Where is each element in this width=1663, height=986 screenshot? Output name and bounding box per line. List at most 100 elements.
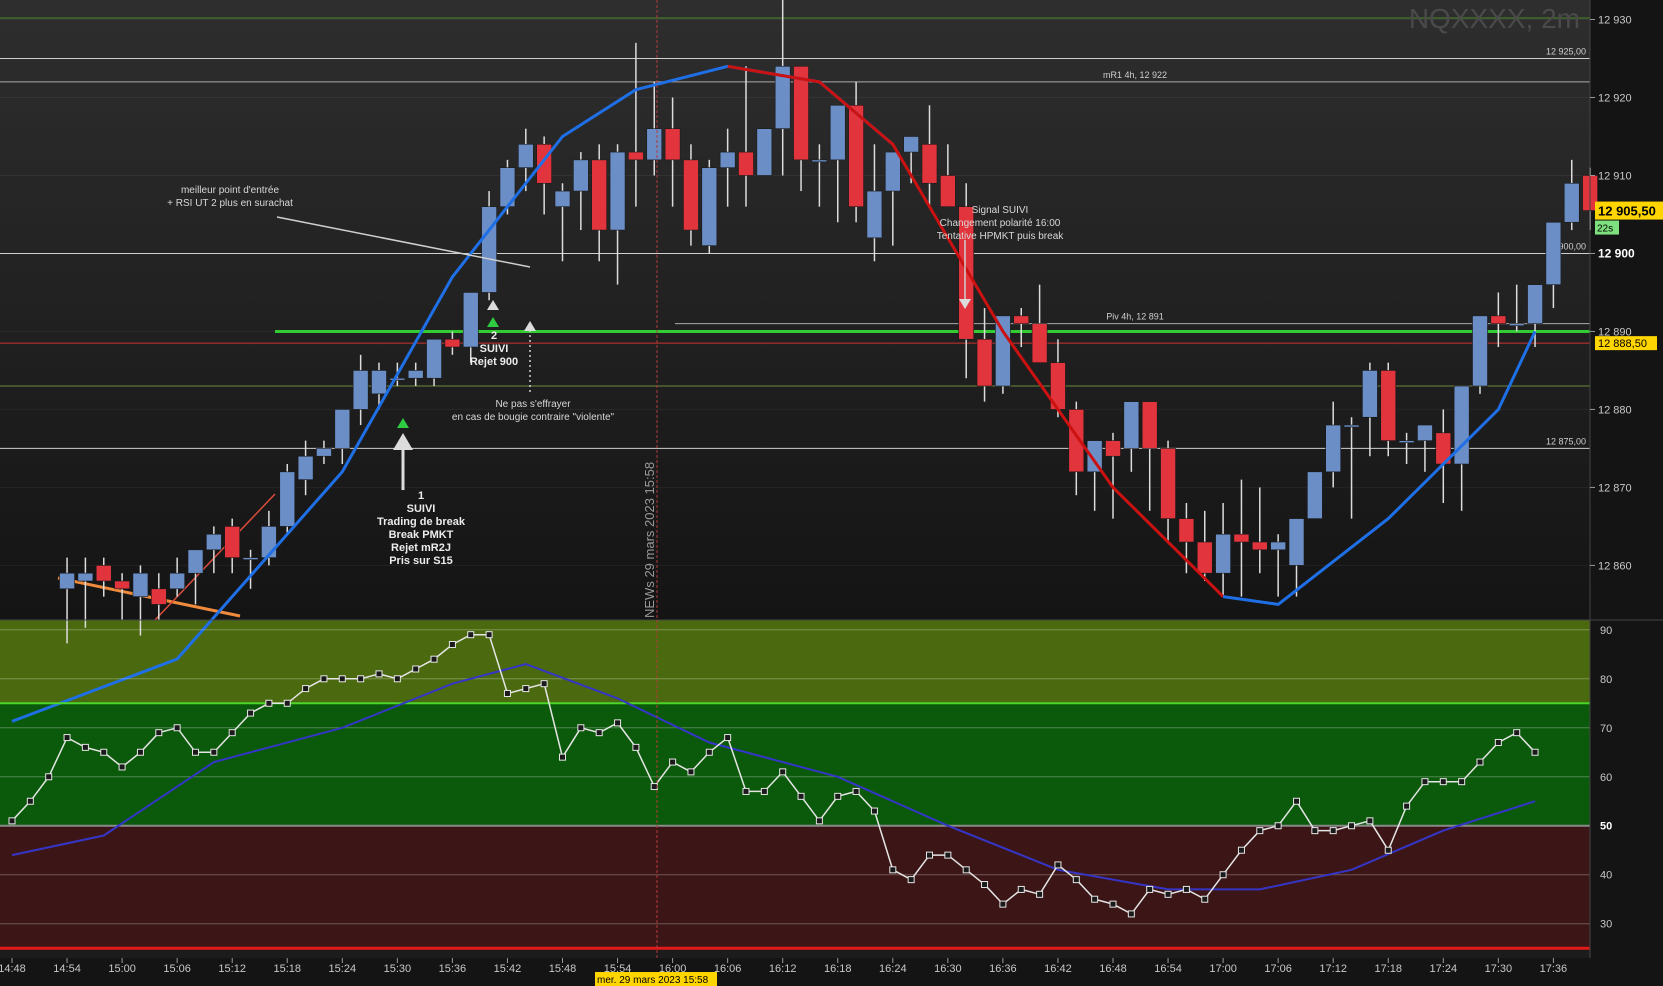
candle-body — [1472, 315, 1488, 387]
candle-body — [903, 136, 919, 153]
candle-body — [1252, 541, 1268, 551]
rsi-point — [944, 851, 952, 859]
time-tick-label: 15:12 — [218, 963, 246, 975]
price-tick-label: 12 910 — [1598, 170, 1632, 182]
rsi-point — [981, 881, 989, 889]
rsi-point — [559, 753, 566, 761]
rsi-point — [1513, 729, 1521, 737]
time-tick-label: 17:12 — [1319, 963, 1347, 975]
candle-body — [573, 159, 589, 192]
time-tick-label: 16:30 — [934, 963, 962, 975]
candle-body — [940, 175, 956, 207]
candle-body — [1307, 471, 1323, 519]
candle-body — [1123, 401, 1140, 449]
rsi-point — [155, 729, 163, 737]
time-tick-label: 15:06 — [163, 963, 191, 975]
rsi-tick-label: 60 — [1600, 772, 1612, 784]
rsi-point — [173, 724, 181, 732]
time-tick-label: 16:48 — [1099, 963, 1127, 975]
rsi-point — [1458, 778, 1466, 786]
candle-body — [719, 151, 736, 168]
candle-body — [884, 151, 901, 192]
rsi-point — [540, 680, 548, 688]
price-level-label: 12 875,00 — [1546, 436, 1586, 446]
price-tick-label: 12 870 — [1598, 482, 1632, 494]
candle-body — [95, 565, 112, 582]
rsi-point — [962, 866, 970, 874]
rsi-point — [595, 729, 603, 737]
candle-body — [1343, 424, 1360, 428]
price-tick-label: 12 860 — [1598, 560, 1632, 572]
rsi-point — [1494, 738, 1502, 746]
candle-body — [371, 370, 387, 395]
annotation-text: Rejet 900 — [470, 356, 518, 368]
time-tick-label: 17:00 — [1209, 963, 1237, 975]
time-tick-label: 15:00 — [108, 963, 136, 975]
rsi-tick-label: 90 — [1600, 625, 1612, 637]
rsi-point — [228, 729, 236, 737]
rsi-point — [412, 665, 420, 673]
candle-body — [407, 370, 424, 379]
candle-body — [609, 151, 626, 231]
time-tick-label: 15:36 — [439, 963, 467, 975]
candle-body — [1105, 440, 1121, 457]
time-tick-label: 15:42 — [494, 963, 522, 975]
candle-body — [169, 572, 185, 590]
rsi-point — [1293, 797, 1300, 805]
price-tick-label: 12 920 — [1598, 92, 1632, 104]
rsi-point — [1109, 900, 1117, 908]
rsi-point — [1274, 822, 1282, 830]
price-level-label: 12 925,00 — [1546, 46, 1586, 56]
rsi-point — [45, 773, 53, 781]
candle-body — [1398, 440, 1415, 443]
candle-body — [151, 588, 167, 605]
rsi-point — [1421, 778, 1429, 786]
rsi-point — [742, 787, 750, 795]
time-tick-label: 14:48 — [0, 963, 26, 975]
annotation-text: Break PMKT — [389, 529, 454, 541]
rsi-point — [302, 685, 310, 693]
rsi-point — [815, 817, 823, 825]
rsi-point — [1072, 876, 1080, 884]
candle-body — [1270, 541, 1286, 551]
candle-body — [114, 580, 130, 590]
rsi-point — [265, 699, 273, 707]
annotation-text: SUIVI — [480, 343, 509, 355]
rsi-point — [1384, 846, 1392, 854]
news-axis-tag: mer. 29 mars 2023 15:58 — [597, 975, 709, 986]
candle-body — [829, 104, 846, 161]
rsi-point — [1164, 890, 1172, 898]
rsi-point — [485, 631, 493, 639]
candle-body — [646, 128, 663, 161]
rsi-point — [999, 900, 1007, 908]
rsi-point — [724, 734, 732, 742]
rsi-point — [1348, 822, 1356, 830]
time-tick-label: 15:18 — [273, 963, 301, 975]
candle-body — [1490, 315, 1507, 324]
rsi-point — [467, 631, 475, 639]
rsi-point — [192, 748, 199, 756]
rsi-point — [1329, 827, 1337, 835]
rsi-point — [1311, 827, 1319, 835]
candle-body — [1233, 533, 1250, 543]
candle-body — [1215, 533, 1231, 574]
candle-body — [866, 190, 883, 239]
annotation-text: Signal SUIVI — [972, 205, 1029, 216]
candle-body — [1196, 541, 1213, 574]
candle-body — [297, 455, 314, 480]
time-tick-label: 16:12 — [769, 963, 797, 975]
candle-body — [1380, 370, 1397, 441]
candle-body — [444, 338, 461, 348]
rsi-tick-label: 30 — [1600, 919, 1612, 931]
candle-body — [187, 549, 204, 574]
rsi-point — [577, 724, 585, 732]
rsi-point — [1201, 895, 1209, 903]
rsi-tick-label: 40 — [1600, 870, 1612, 882]
candle-body — [536, 143, 552, 184]
candle-body — [316, 448, 332, 457]
time-tick-label: 17:30 — [1485, 963, 1513, 975]
candle-body — [481, 206, 497, 293]
time-tick-label: 17:18 — [1374, 963, 1402, 975]
rsi-point — [889, 866, 897, 874]
rsi-point — [1036, 890, 1044, 898]
